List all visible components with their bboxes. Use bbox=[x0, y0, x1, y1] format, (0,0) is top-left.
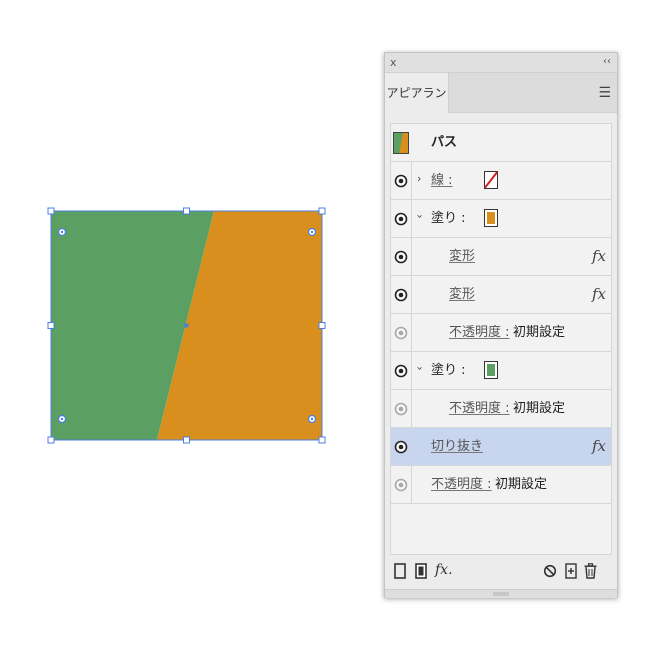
panel-bottom-toolbar: fx. bbox=[385, 559, 617, 587]
trash-icon[interactable] bbox=[584, 563, 597, 581]
opacity-value: 初期設定 bbox=[513, 325, 566, 340]
handle-middle-right[interactable] bbox=[318, 322, 326, 329]
opacity-link[interactable]: 不透明度 : bbox=[449, 325, 510, 341]
appearance-list: パス › 線 : › 塗り : 変形 fx 変形 fx 不透明度: 初期設定 … bbox=[390, 123, 612, 555]
handle-bottom-right[interactable] bbox=[318, 436, 326, 444]
artboard[interactable] bbox=[0, 0, 370, 668]
panel-menu-icon[interactable]: ☰ bbox=[598, 85, 611, 101]
duplicate-item-icon[interactable] bbox=[565, 563, 577, 581]
panel-titlebar[interactable]: x ‹‹ bbox=[385, 53, 617, 73]
handle-top-center[interactable] bbox=[183, 207, 190, 215]
opacity-value: 初期設定 bbox=[513, 401, 566, 416]
eye-icon[interactable] bbox=[393, 325, 409, 341]
handle-bottom-left[interactable] bbox=[47, 436, 55, 444]
fx-icon[interactable]: fx bbox=[592, 437, 606, 455]
fill-swatch-green[interactable] bbox=[484, 361, 498, 379]
transform-row-2[interactable]: 変形 fx bbox=[391, 276, 611, 314]
opacity-row-1[interactable]: 不透明度 : 初期設定 bbox=[391, 314, 611, 352]
clear-appearance-icon[interactable] bbox=[543, 563, 557, 581]
close-icon[interactable]: x bbox=[390, 56, 397, 69]
object-row[interactable]: パス bbox=[391, 124, 611, 162]
path-thumbnail bbox=[393, 132, 409, 154]
chevron-right-icon[interactable]: › bbox=[417, 172, 421, 185]
transform-row-1[interactable]: 変形 fx bbox=[391, 238, 611, 276]
add-new-stroke-icon[interactable] bbox=[394, 563, 406, 581]
chevron-down-icon[interactable]: › bbox=[414, 214, 427, 218]
transform-effect-link[interactable]: 変形 bbox=[449, 287, 475, 303]
handle-bottom-center[interactable] bbox=[183, 436, 190, 444]
eye-icon[interactable] bbox=[393, 363, 409, 379]
stroke-label[interactable]: 線 : bbox=[431, 173, 453, 189]
eye-icon[interactable] bbox=[393, 439, 409, 455]
fill-label: 塗り : bbox=[431, 363, 466, 378]
fx-icon[interactable]: fx bbox=[592, 285, 606, 303]
opacity-link[interactable]: 不透明度 : bbox=[431, 477, 492, 493]
transform-effect-link[interactable]: 変形 bbox=[449, 249, 475, 265]
opacity-link[interactable]: 不透明度 : bbox=[449, 401, 510, 417]
eye-icon[interactable] bbox=[393, 211, 409, 227]
eye-icon[interactable] bbox=[393, 401, 409, 417]
handle-top-right[interactable] bbox=[318, 207, 326, 215]
fill-label: 塗り : bbox=[431, 211, 466, 226]
panel-tabbar: アピアランス ☰ bbox=[385, 73, 617, 140]
appearance-panel: x ‹‹ アピアランス ☰ パス › 線 : › 塗り : bbox=[384, 52, 618, 598]
chevron-down-icon[interactable]: › bbox=[414, 366, 427, 370]
handle-middle-left[interactable] bbox=[47, 322, 55, 329]
fill-row-orange[interactable]: › 塗り : bbox=[391, 200, 611, 238]
opacity-value: 初期設定 bbox=[495, 477, 548, 492]
collapse-icon[interactable]: ‹‹ bbox=[603, 56, 611, 67]
stroke-row[interactable]: › 線 : bbox=[391, 162, 611, 200]
tab-appearance[interactable]: アピアランス bbox=[385, 73, 449, 140]
opacity-row-2[interactable]: 不透明度 : 初期設定 bbox=[391, 390, 611, 428]
clip-row[interactable]: 切り抜き fx bbox=[391, 428, 611, 466]
eye-icon[interactable] bbox=[393, 249, 409, 265]
eye-icon[interactable] bbox=[393, 477, 409, 493]
panel-resize-grip[interactable] bbox=[385, 589, 617, 598]
add-effect-icon[interactable]: fx. bbox=[435, 562, 453, 580]
artwork-svg[interactable] bbox=[0, 0, 370, 668]
fill-row-green[interactable]: › 塗り : bbox=[391, 352, 611, 390]
add-new-fill-icon[interactable] bbox=[415, 563, 427, 581]
clip-effect-link[interactable]: 切り抜き bbox=[431, 439, 483, 455]
handle-top-left[interactable] bbox=[47, 207, 55, 215]
object-label: パス bbox=[431, 135, 458, 150]
grip-handle[interactable] bbox=[493, 592, 509, 596]
eye-icon[interactable] bbox=[393, 173, 409, 189]
opacity-row-3[interactable]: 不透明度 : 初期設定 bbox=[391, 466, 611, 504]
eye-icon[interactable] bbox=[393, 287, 409, 303]
fx-icon[interactable]: fx bbox=[592, 247, 606, 265]
fill-swatch-orange[interactable] bbox=[484, 209, 498, 227]
stroke-swatch-none[interactable] bbox=[484, 171, 498, 189]
center-point bbox=[184, 323, 189, 328]
